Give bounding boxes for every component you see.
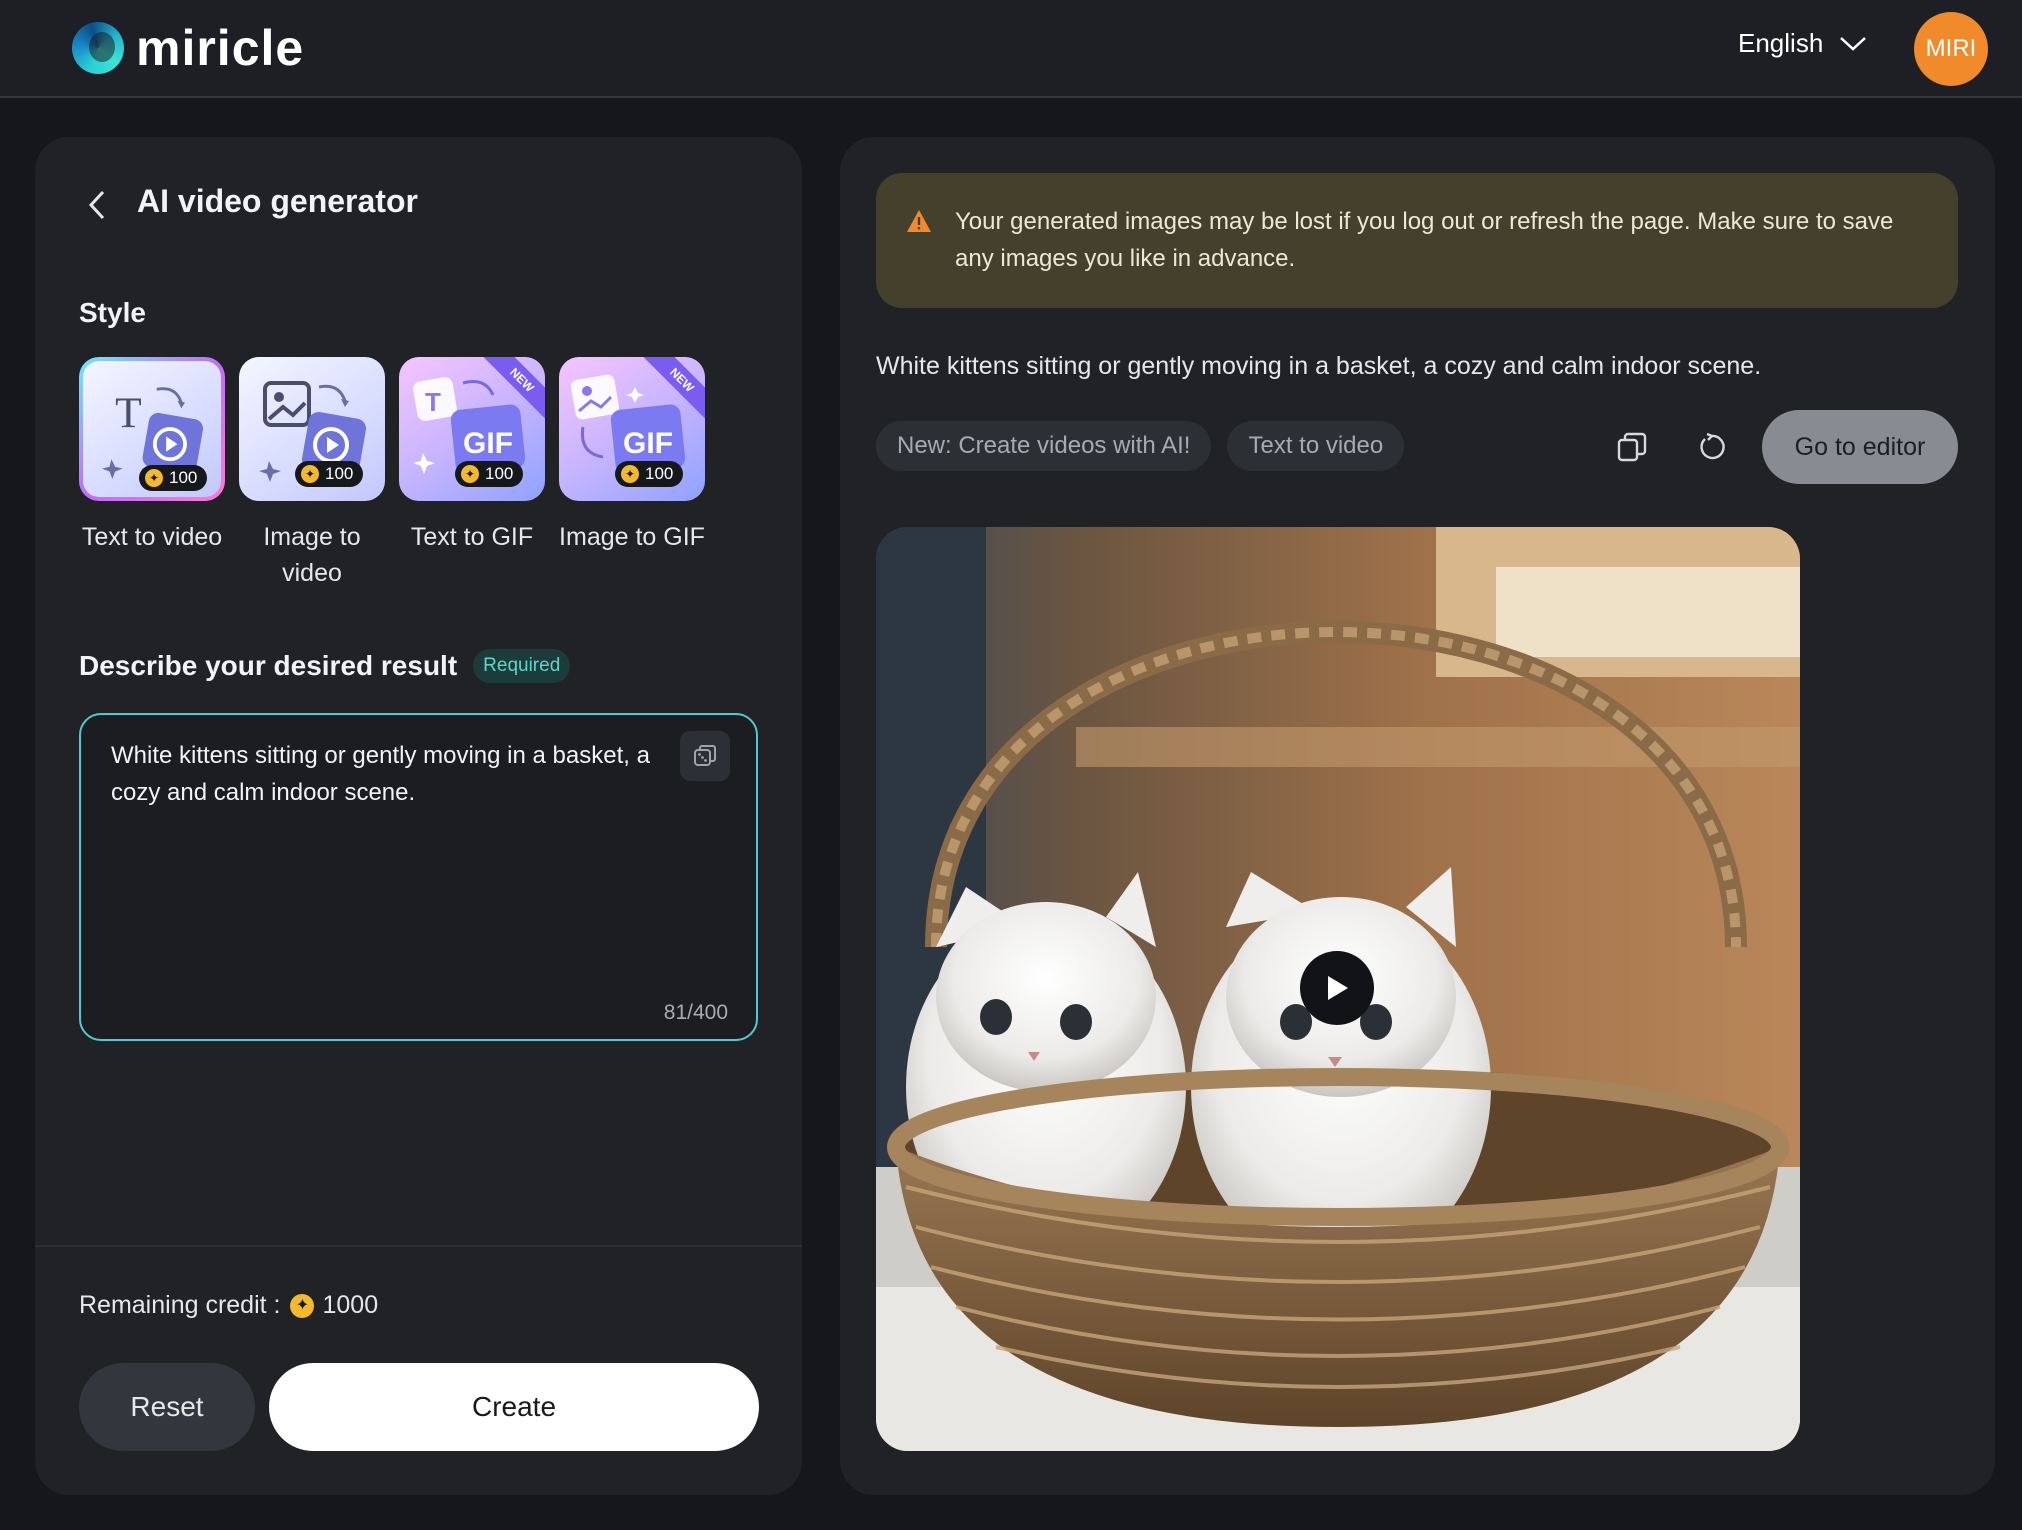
describe-section-header: Describe your desired result Required	[79, 649, 571, 683]
tag-new-feature: New: Create videos with AI!	[876, 421, 1212, 471]
required-badge: Required	[473, 649, 571, 683]
result-panel: Your generated images may be lost if you…	[840, 137, 1995, 1495]
back-button[interactable]	[79, 187, 115, 223]
warning-banner: Your generated images may be lost if you…	[876, 173, 1958, 308]
svg-text:T: T	[425, 387, 441, 417]
style-thumbnail: ✦ 100	[239, 357, 385, 501]
style-option-label: Text to GIF	[410, 523, 534, 551]
result-tags: New: Create videos with AI! Text to vide…	[876, 421, 1420, 471]
prompt-input[interactable]: White kittens sitting or gently moving i…	[79, 713, 758, 1041]
style-option-label: Image to GIF	[559, 523, 705, 551]
logo-icon	[72, 22, 124, 74]
svg-text:GIF: GIF	[463, 427, 513, 460]
copy-button[interactable]	[1612, 427, 1652, 467]
play-icon	[1328, 976, 1348, 1000]
create-button[interactable]: Create	[269, 1363, 759, 1451]
reset-button[interactable]: Reset	[79, 1363, 255, 1451]
style-options: T ✦ 100 Text to video ✦ 100 Image to vid…	[79, 357, 719, 591]
generator-panel: AI video generator Style T ✦ 100 Text to…	[35, 137, 802, 1495]
play-button[interactable]	[1300, 951, 1374, 1025]
credit-cost-badge: ✦ 100	[139, 465, 208, 491]
refresh-icon	[1700, 432, 1725, 460]
style-option-image-to-video[interactable]: ✦ 100 Image to video	[239, 357, 385, 591]
page-title: AI video generator	[137, 183, 418, 219]
chevron-down-icon	[1840, 36, 1867, 51]
brand-name: miricle	[136, 20, 305, 76]
user-avatar[interactable]: MIRI	[1914, 12, 1988, 86]
brand-logo[interactable]: miricle	[72, 20, 305, 76]
style-thumbnail: T GIF NEW ✦ 100	[399, 357, 545, 501]
top-bar: miricle English MIRI	[0, 0, 2022, 98]
style-option-text-to-gif[interactable]: T GIF NEW ✦ 100 Text to GIF	[399, 357, 545, 591]
credit-cost-badge: ✦ 100	[295, 461, 364, 487]
coin-icon: ✦	[461, 465, 479, 483]
result-prompt: White kittens sitting or gently moving i…	[876, 352, 1762, 380]
warning-icon	[907, 210, 931, 232]
svg-text:T: T	[115, 389, 142, 437]
coin-icon: ✦	[301, 465, 319, 483]
coin-icon: ✦	[290, 1293, 315, 1318]
tag-mode: Text to video	[1227, 421, 1405, 471]
style-label: Style	[79, 297, 146, 328]
remaining-credit: Remaining credit : ✦ 1000	[79, 1291, 378, 1320]
style-thumbnail: T ✦ 100	[79, 357, 225, 501]
remaining-credit-value: 1000	[322, 1291, 379, 1319]
regenerate-button[interactable]	[1692, 427, 1732, 467]
remaining-credit-label: Remaining credit :	[79, 1291, 281, 1319]
describe-label: Describe your desired result	[79, 650, 458, 681]
credit-cost-badge: ✦ 100	[455, 461, 524, 487]
credit-cost-badge: ✦ 100	[615, 461, 684, 487]
language-label: English	[1738, 28, 1824, 58]
panel-divider	[35, 1245, 802, 1247]
go-to-editor-button[interactable]: Go to editor	[1762, 410, 1958, 484]
character-count: 81/400	[663, 1001, 728, 1024]
svg-text:GIF: GIF	[623, 427, 673, 460]
chevron-left-icon	[88, 190, 105, 220]
style-option-label: Image to video	[263, 523, 361, 587]
prompt-text[interactable]: White kittens sitting or gently moving i…	[111, 737, 671, 811]
coin-icon: ✦	[145, 469, 163, 487]
random-prompt-button[interactable]	[680, 731, 730, 781]
coin-icon: ✦	[621, 465, 639, 483]
style-option-image-to-gif[interactable]: GIF NEW ✦ 100 Image to GIF	[559, 357, 705, 591]
copy-icon	[1617, 432, 1647, 462]
style-option-label: Text to video	[81, 523, 223, 551]
warning-text: Your generated images may be lost if you…	[955, 208, 1894, 272]
dice-icon	[694, 745, 716, 766]
style-option-text-to-video[interactable]: T ✦ 100 Text to video	[79, 357, 225, 591]
language-selector[interactable]: English	[1738, 28, 1867, 59]
style-thumbnail: GIF NEW ✦ 100	[559, 357, 705, 501]
generated-video[interactable]	[876, 527, 1800, 1451]
